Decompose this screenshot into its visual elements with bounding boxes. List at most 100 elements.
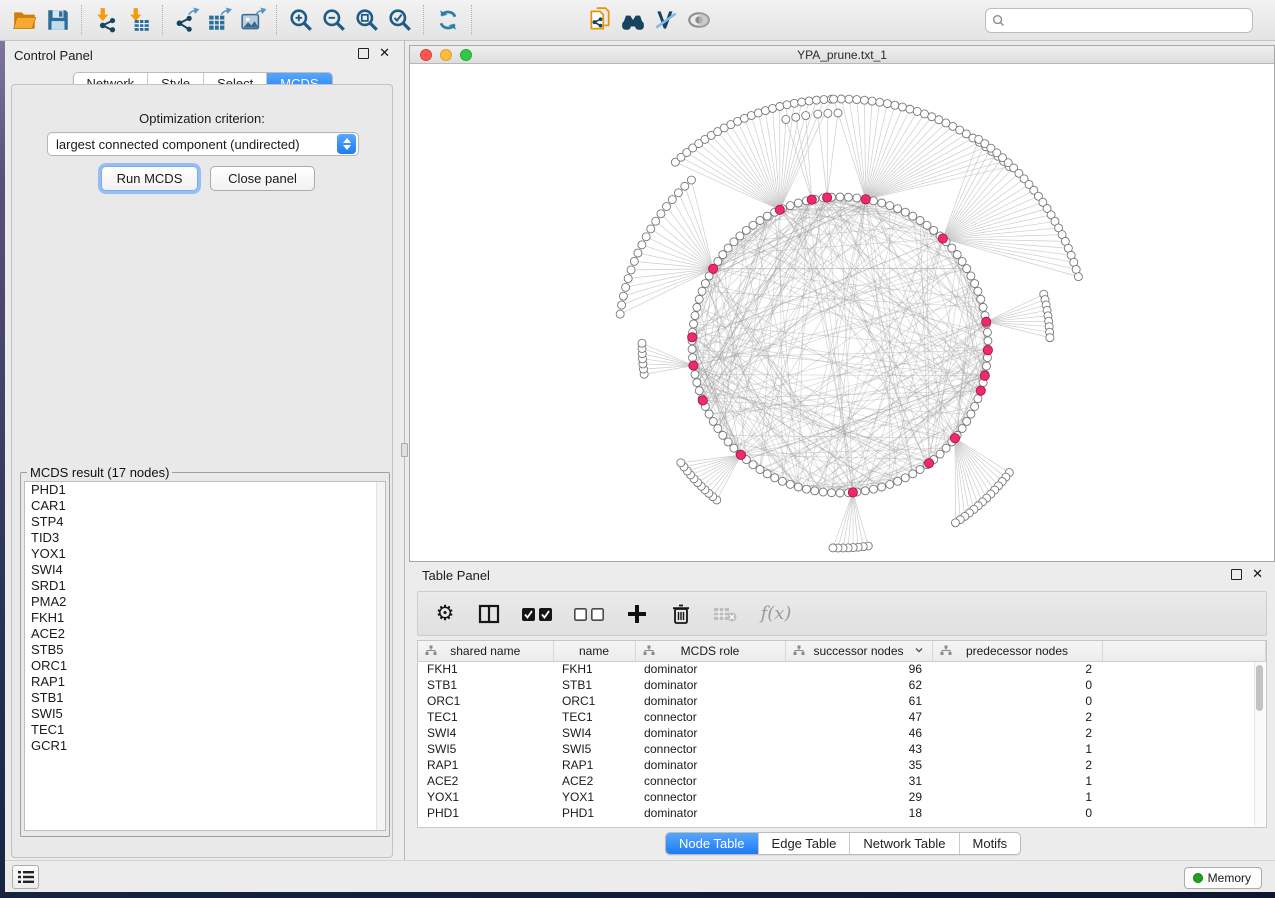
- graph-node[interactable]: [619, 292, 627, 300]
- graph-node[interactable]: [906, 105, 914, 113]
- network-search-field[interactable]: [985, 8, 1253, 33]
- graph-node[interactable]: [691, 370, 699, 378]
- graph-node[interactable]: [638, 241, 646, 249]
- table-cell[interactable]: connector: [635, 741, 785, 757]
- graph-node[interactable]: [693, 303, 701, 311]
- hide-graphics-details-button[interactable]: [682, 4, 715, 37]
- graph-node[interactable]: [870, 197, 878, 205]
- graph-node[interactable]: [853, 96, 861, 104]
- table-cell[interactable]: 62: [785, 677, 932, 693]
- table-cell[interactable]: TEC1: [553, 709, 635, 725]
- dominator-node[interactable]: [848, 488, 857, 497]
- graph-node[interactable]: [853, 194, 861, 202]
- graph-node[interactable]: [794, 483, 802, 491]
- zoom-out-button[interactable]: [317, 4, 350, 37]
- table-cell[interactable]: 96: [785, 661, 932, 677]
- graph-node[interactable]: [695, 387, 703, 395]
- mcds-result-item[interactable]: ACE2: [25, 626, 385, 642]
- dominator-node[interactable]: [689, 361, 698, 370]
- import-network-button[interactable]: [89, 4, 122, 37]
- vizmapper-toggle-button[interactable]: [649, 4, 682, 37]
- table-cell[interactable]: 0: [932, 805, 1102, 821]
- graph-node[interactable]: [861, 487, 869, 495]
- close-panel-icon[interactable]: ✕: [379, 48, 390, 59]
- graph-node[interactable]: [824, 109, 832, 117]
- mcds-result-item[interactable]: ORC1: [25, 658, 385, 674]
- graph-node[interactable]: [951, 519, 959, 527]
- table-cell[interactable]: dominator: [635, 725, 785, 741]
- graph-node[interactable]: [828, 489, 836, 497]
- graph-node[interactable]: [844, 193, 852, 201]
- graph-node[interactable]: [930, 226, 938, 234]
- graph-node[interactable]: [742, 226, 750, 234]
- graph-node[interactable]: [977, 295, 985, 303]
- graph-node[interactable]: [794, 199, 802, 207]
- table-cell[interactable]: 43: [785, 741, 932, 757]
- graph-node[interactable]: [901, 208, 909, 216]
- table-cell[interactable]: YOX1: [418, 789, 553, 805]
- mcds-result-item[interactable]: PHD1: [25, 482, 385, 498]
- graph-node[interactable]: [786, 480, 794, 488]
- graph-node[interactable]: [756, 466, 764, 474]
- graph-node[interactable]: [687, 176, 695, 184]
- graph-node[interactable]: [805, 97, 813, 105]
- graph-node[interactable]: [963, 265, 971, 273]
- graph-node[interactable]: [963, 417, 971, 425]
- table-cell[interactable]: YOX1: [553, 789, 635, 805]
- graph-node[interactable]: [813, 96, 821, 104]
- table-row[interactable]: PHD1PHD1dominator180: [418, 805, 1266, 821]
- panel-menu-button[interactable]: [12, 865, 39, 889]
- graph-node[interactable]: [778, 477, 786, 485]
- graph-node[interactable]: [971, 402, 979, 410]
- table-row[interactable]: YOX1YOX1connector291: [418, 789, 1266, 805]
- graph-node[interactable]: [878, 199, 886, 207]
- graph-node[interactable]: [792, 113, 800, 121]
- graph-node[interactable]: [749, 221, 757, 229]
- table-cell[interactable]: connector: [635, 709, 785, 725]
- tab-motifs[interactable]: Motifs: [960, 833, 1021, 854]
- table-cell[interactable]: 1: [932, 789, 1102, 805]
- dominator-node[interactable]: [775, 205, 784, 214]
- table-cell[interactable]: dominator: [635, 693, 785, 709]
- mcds-result-item[interactable]: STP4: [25, 514, 385, 530]
- graph-node[interactable]: [878, 483, 886, 491]
- graph-node[interactable]: [923, 221, 931, 229]
- mcds-result-item[interactable]: SWI5: [25, 706, 385, 722]
- graph-node[interactable]: [830, 95, 838, 103]
- graph-node[interactable]: [719, 431, 727, 439]
- table-cell[interactable]: dominator: [635, 805, 785, 821]
- graph-node[interactable]: [979, 303, 987, 311]
- graph-node[interactable]: [845, 95, 853, 103]
- table-cell[interactable]: 31: [785, 773, 932, 789]
- graph-node[interactable]: [916, 216, 924, 224]
- graph-node[interactable]: [909, 212, 917, 220]
- column-header-mcds-role[interactable]: MCDS role: [635, 641, 785, 661]
- graph-node[interactable]: [642, 233, 650, 241]
- search-input[interactable]: [1009, 13, 1246, 27]
- table-row[interactable]: SWI5SWI5connector431: [418, 741, 1266, 757]
- graph-node[interactable]: [701, 280, 709, 288]
- graph-node[interactable]: [836, 193, 844, 201]
- mcds-result-item[interactable]: SWI4: [25, 562, 385, 578]
- mcds-result-item[interactable]: STB5: [25, 642, 385, 658]
- graph-node[interactable]: [730, 238, 738, 246]
- table-cell[interactable]: SWI4: [418, 725, 553, 741]
- table-cell[interactable]: 1: [932, 773, 1102, 789]
- graph-node[interactable]: [790, 99, 798, 107]
- graph-node[interactable]: [983, 328, 991, 336]
- column-header-shared-name[interactable]: shared name: [418, 641, 553, 661]
- table-cell[interactable]: dominator: [635, 661, 785, 677]
- table-cell[interactable]: STB1: [418, 677, 553, 693]
- mcds-result-item[interactable]: TID3: [25, 530, 385, 546]
- graph-node[interactable]: [958, 425, 966, 433]
- graph-node[interactable]: [714, 425, 722, 433]
- tab-edge-table[interactable]: Edge Table: [759, 833, 851, 854]
- table-cell[interactable]: connector: [635, 773, 785, 789]
- graph-node[interactable]: [724, 244, 732, 252]
- mcds-result-item[interactable]: YOX1: [25, 546, 385, 562]
- graph-node[interactable]: [719, 251, 727, 259]
- table-row[interactable]: FKH1FKH1dominator962: [418, 661, 1266, 677]
- graph-node[interactable]: [681, 182, 689, 190]
- dominator-node[interactable]: [698, 396, 707, 405]
- select-all-columns-button[interactable]: [520, 601, 554, 627]
